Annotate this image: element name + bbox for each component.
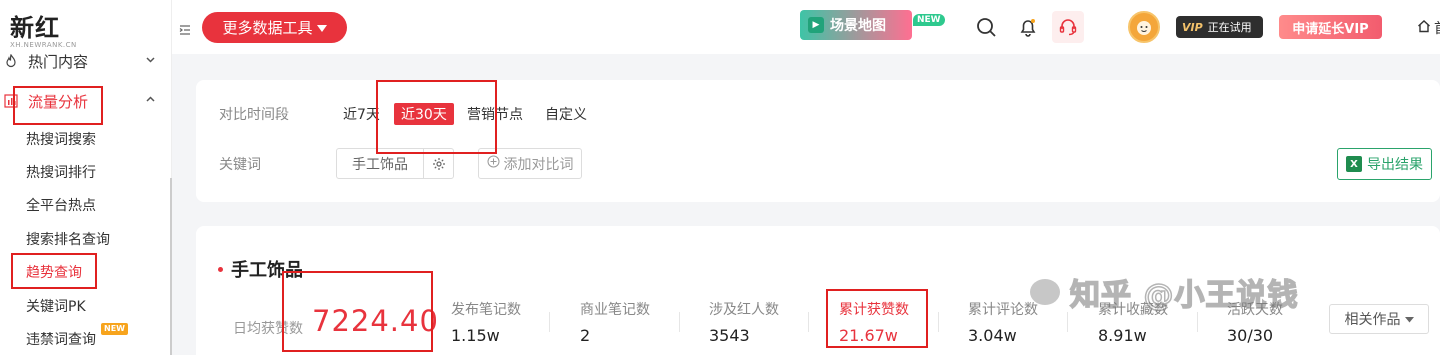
stat-total-comments: 累计评论数 3.04w [968,299,1038,345]
search-icon[interactable] [973,14,999,40]
bell-icon[interactable] [1015,14,1041,40]
keyword-label: 关键词 [219,157,261,173]
brand-logo[interactable]: 新红 XH.NEWRANK.CN [10,8,77,49]
headset-icon[interactable] [1052,11,1084,43]
sidebar-item-keyword-pk[interactable]: 关键词PK [26,296,86,316]
sidebar-item-trend-query[interactable]: 趋势查询 [26,262,82,282]
stat-divider [679,312,680,332]
filter-panel: 对比时间段 近7天 近30天 营销节点 自定义 关键词 手工饰品 添加对比词 X… [196,80,1440,202]
related-works-label: 相关作品 [1344,312,1401,328]
stat-label: 累计评论数 [968,302,1038,318]
add-compare-button[interactable]: 添加对比词 [478,148,582,179]
sidebar-item-platform-hotspots[interactable]: 全平台热点 [26,195,96,215]
new-badge: NEW [101,323,128,335]
vip-status-pill[interactable]: VIP 正在试用 [1176,16,1263,38]
home-label: 首 [1434,18,1440,38]
sidebar-item-hot-search[interactable]: 热搜词搜索 [26,129,96,149]
sidebar-item-banned-words[interactable]: 违禁词查询 [26,329,96,349]
avatar[interactable] [1128,11,1160,43]
scene-map-button[interactable]: ▶ 场景地图 [800,10,912,40]
brand-name: 新红 [10,14,60,42]
related-works-dropdown[interactable]: 相关作品 [1329,304,1429,334]
stat-divider [808,312,809,332]
vip-tag: VIP [1182,20,1203,34]
scene-map-label: 场景地图 [830,18,886,34]
stat-value: 21.67w [839,326,898,345]
period-label: 对比时间段 [219,107,289,123]
gear-icon[interactable] [423,149,453,178]
sidebar-item-search-rank[interactable]: 搜索排名查询 [26,229,110,249]
add-compare-label: 添加对比词 [503,156,574,173]
sidebar-group-label: 流量分析 [28,92,89,111]
home-icon [1417,19,1431,37]
stat-notes: 发布笔记数 1.15w [451,299,521,345]
scene-map-new-badge: NEW [913,14,945,26]
vip-status-text: 正在试用 [1207,21,1252,34]
sidebar-group-traffic-analysis[interactable]: 流量分析 [0,86,172,116]
stat-label: 累计收藏数 [1098,302,1168,318]
avg-likes-label: 日均获赞数 [233,321,303,337]
fire-icon [4,54,18,68]
stat-value: 3543 [709,326,750,345]
caret-down-icon [1404,311,1414,327]
stat-value: 8.91w [1098,326,1147,345]
stat-influencers: 涉及红人数 3543 [709,299,779,345]
stats-title: 手工饰品 [218,256,303,282]
play-icon: ▶ [808,17,824,33]
excel-icon: X [1346,156,1362,172]
bar-chart-icon [4,94,18,108]
stat-divider [1197,312,1198,332]
title-dot [218,266,223,272]
period-option-marketing[interactable]: 营销节点 [467,104,523,124]
stats-title-text: 手工饰品 [231,260,303,281]
stat-value: 3.04w [968,326,1017,345]
stat-label: 累计获赞数 [839,302,909,318]
stat-label: 商业笔记数 [580,302,650,318]
stat-total-favorites: 累计收藏数 8.91w [1098,299,1168,345]
stat-commercial-notes: 商业笔记数 2 [580,299,650,345]
top-bar: 更多数据工具 ▶ 场景地图 NEW VIP 正在试用 申请延长VIP 首 [172,0,1440,54]
stat-divider [1067,312,1068,332]
stat-label: 发布笔记数 [451,302,521,318]
stat-divider [938,312,939,332]
chevron-down-icon [145,54,156,68]
more-tools-button[interactable]: 更多数据工具 [202,12,347,43]
stat-value: 30/30 [1227,326,1274,345]
sidebar-item-hot-ranking[interactable]: 热搜词排行 [26,162,96,182]
sidebar-group-hot-content[interactable]: 热门内容 [0,46,172,76]
stat-divider [549,312,550,332]
sidebar-group-label: 热门内容 [28,52,89,71]
stat-active-days: 活跃天数 30/30 [1227,299,1283,345]
stat-label: 活跃天数 [1227,302,1283,318]
avg-likes-value: 7224.40 [312,304,439,338]
export-label: 导出结果 [1367,157,1423,173]
period-option-30d[interactable]: 近30天 [394,103,454,125]
more-tools-label: 更多数据工具 [222,19,313,37]
caret-down-icon [316,19,327,37]
keyword-input[interactable]: 手工饰品 [336,148,454,179]
plus-circle-icon [487,155,500,172]
extend-vip-button[interactable]: 申请延长VIP [1279,15,1382,39]
export-button[interactable]: X 导出结果 [1337,148,1432,180]
period-option-7d[interactable]: 近7天 [343,104,380,124]
chevron-up-icon [145,94,156,108]
stat-total-likes: 累计获赞数 21.67w [839,299,909,345]
stat-value: 1.15w [451,326,500,345]
home-link[interactable]: 首 [1417,18,1440,38]
keyword-value: 手工饰品 [352,156,408,173]
stat-label: 涉及红人数 [709,302,779,318]
stats-panel: 手工饰品 日均获赞数 7224.40 发布笔记数 1.15w 商业笔记数 2 涉… [196,226,1440,355]
menu-collapse-icon[interactable] [179,21,191,35]
sidebar-scrollbar[interactable] [170,178,172,355]
sidebar: 新红 XH.NEWRANK.CN 热门内容 流量分析 热搜词搜索 热搜词排行 全… [0,0,172,355]
stat-value: 2 [580,326,591,345]
period-option-custom[interactable]: 自定义 [545,104,587,124]
